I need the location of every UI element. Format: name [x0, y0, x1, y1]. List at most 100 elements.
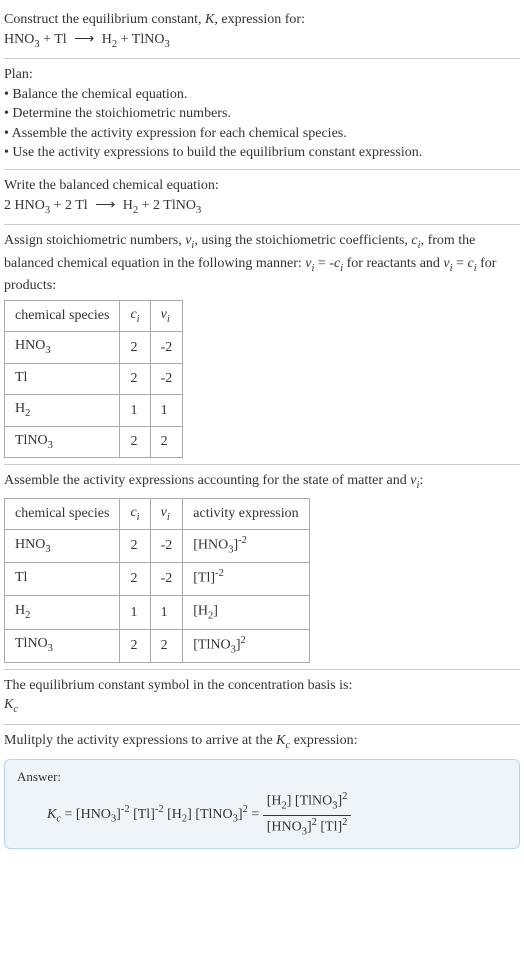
sup: -2 [215, 568, 224, 579]
sup: 2 [342, 817, 347, 828]
k: K [276, 733, 285, 748]
cell-expr: [Tl]-2 [183, 563, 309, 596]
text: [HNO [76, 807, 111, 822]
sup: 2 [241, 635, 246, 646]
cell-nui: 2 [150, 629, 183, 662]
cell-species: H2 [5, 596, 120, 629]
activity-table: chemical species ci νi activity expressi… [4, 498, 310, 663]
cell-ci: 2 [120, 629, 150, 662]
col-expr: activity expression [183, 498, 309, 529]
text: H [15, 401, 25, 416]
problem-statement: Construct the equilibrium constant, K, e… [4, 4, 520, 59]
text: TlNO [15, 433, 48, 448]
cell-ci: 2 [120, 426, 150, 457]
fraction: [H2] [TlNO3]2[HNO3]2 [Tl]2 [263, 790, 352, 839]
text: [H [267, 794, 282, 809]
text: , using the stoichiometric coefficients, [194, 233, 411, 248]
multiply-section: Mulitply the activity expressions to arr… [4, 725, 520, 855]
sup: -2 [238, 535, 247, 546]
cell-nui: -2 [150, 332, 183, 363]
k-symbol: K [205, 12, 214, 27]
sub: 3 [45, 544, 50, 555]
cell-ci: 2 [120, 363, 150, 394]
text: TlNO [15, 636, 48, 651]
plan-bullet: • Determine the stoichiometric numbers. [4, 104, 520, 124]
balanced-section: Write the balanced chemical equation: 2 … [4, 170, 520, 225]
cell-species: Tl [5, 363, 120, 394]
cell-nui: -2 [150, 563, 183, 596]
text: ] [TlNO [287, 794, 333, 809]
table-row: TlNO3 2 2 [TlNO3]2 [5, 629, 310, 662]
text: H [119, 198, 133, 213]
k: K [47, 807, 56, 822]
cell-species: H2 [5, 395, 120, 426]
kc-symbol: Kc [4, 695, 520, 717]
multiply-text: Mulitply the activity expressions to arr… [4, 731, 520, 753]
col-species: chemical species [5, 300, 120, 331]
cell-ci: 2 [120, 563, 150, 596]
eq: = [248, 807, 263, 822]
cell-species: HNO3 [5, 530, 120, 563]
col-nui: νi [150, 300, 183, 331]
cell-expr: [TlNO3]2 [183, 629, 309, 662]
cell-nui: 1 [150, 395, 183, 426]
numerator: [H2] [TlNO3]2 [263, 790, 352, 815]
text: , expression for: [214, 12, 305, 27]
table-row: HNO3 2 -2 [5, 332, 183, 363]
cell-expr: [HNO3]-2 [183, 530, 309, 563]
text: + 2 Tl [50, 198, 91, 213]
arrow-icon: ⟶ [74, 30, 94, 50]
text: + 2 TlNO [138, 198, 196, 213]
cell-nui: -2 [150, 363, 183, 394]
plan-title: Plan: [4, 65, 520, 85]
text: HNO [15, 338, 45, 353]
sup: -2 [121, 805, 130, 816]
text: = - [314, 256, 334, 271]
sub: 3 [45, 345, 50, 356]
text: Construct the equilibrium constant, [4, 12, 205, 27]
text: + TlNO [117, 32, 164, 47]
text: [TlNO [193, 637, 230, 652]
sub: 3 [164, 38, 169, 49]
text: : [419, 473, 423, 488]
text: [Tl] [317, 819, 342, 834]
symbol-text: The equilibrium constant symbol in the c… [4, 676, 520, 696]
text: + Tl [40, 32, 71, 47]
col-ci: ci [120, 300, 150, 331]
table-row: HNO3 2 -2 [HNO3]-2 [5, 530, 310, 563]
text: [Tl] [193, 571, 215, 586]
text: Tl [15, 370, 27, 385]
col-ci: ci [120, 498, 150, 529]
text: [HNO [267, 819, 302, 834]
cell-ci: 1 [120, 395, 150, 426]
text: [TlNO [195, 807, 232, 822]
text: = [453, 256, 468, 271]
eq: = [61, 807, 76, 822]
sub: 3 [196, 204, 201, 215]
unbalanced-reaction: HNO3 + Tl ⟶ H2 + TlNO3 [4, 30, 520, 52]
text: [HNO [193, 538, 228, 553]
sup: 2 [342, 791, 347, 802]
table-header-row: chemical species ci νi [5, 300, 183, 331]
cell-species: HNO3 [5, 332, 120, 363]
text: [Tl] [130, 807, 155, 822]
cell-expr: [H2] [183, 596, 309, 629]
cell-nui: -2 [150, 530, 183, 563]
arrow-icon: ⟶ [95, 196, 115, 216]
plan-bullet: • Use the activity expressions to build … [4, 143, 520, 163]
cell-nui: 1 [150, 596, 183, 629]
text: HNO [15, 537, 45, 552]
cell-species: TlNO3 [5, 629, 120, 662]
cell-species: Tl [5, 563, 120, 596]
stoich-table: chemical species ci νi HNO3 2 -2 Tl 2 -2… [4, 300, 183, 458]
sub: i [137, 313, 140, 324]
k: K [4, 697, 13, 712]
col-species: chemical species [5, 498, 120, 529]
sub: c [13, 704, 18, 715]
plan-bullet: • Balance the chemical equation. [4, 85, 520, 105]
activity-text: Assemble the activity expressions accoun… [4, 471, 520, 493]
balanced-title: Write the balanced chemical equation: [4, 176, 520, 196]
cell-ci: 2 [120, 530, 150, 563]
sub: 3 [48, 439, 53, 450]
plan-section: Plan: • Balance the chemical equation. •… [4, 59, 520, 170]
